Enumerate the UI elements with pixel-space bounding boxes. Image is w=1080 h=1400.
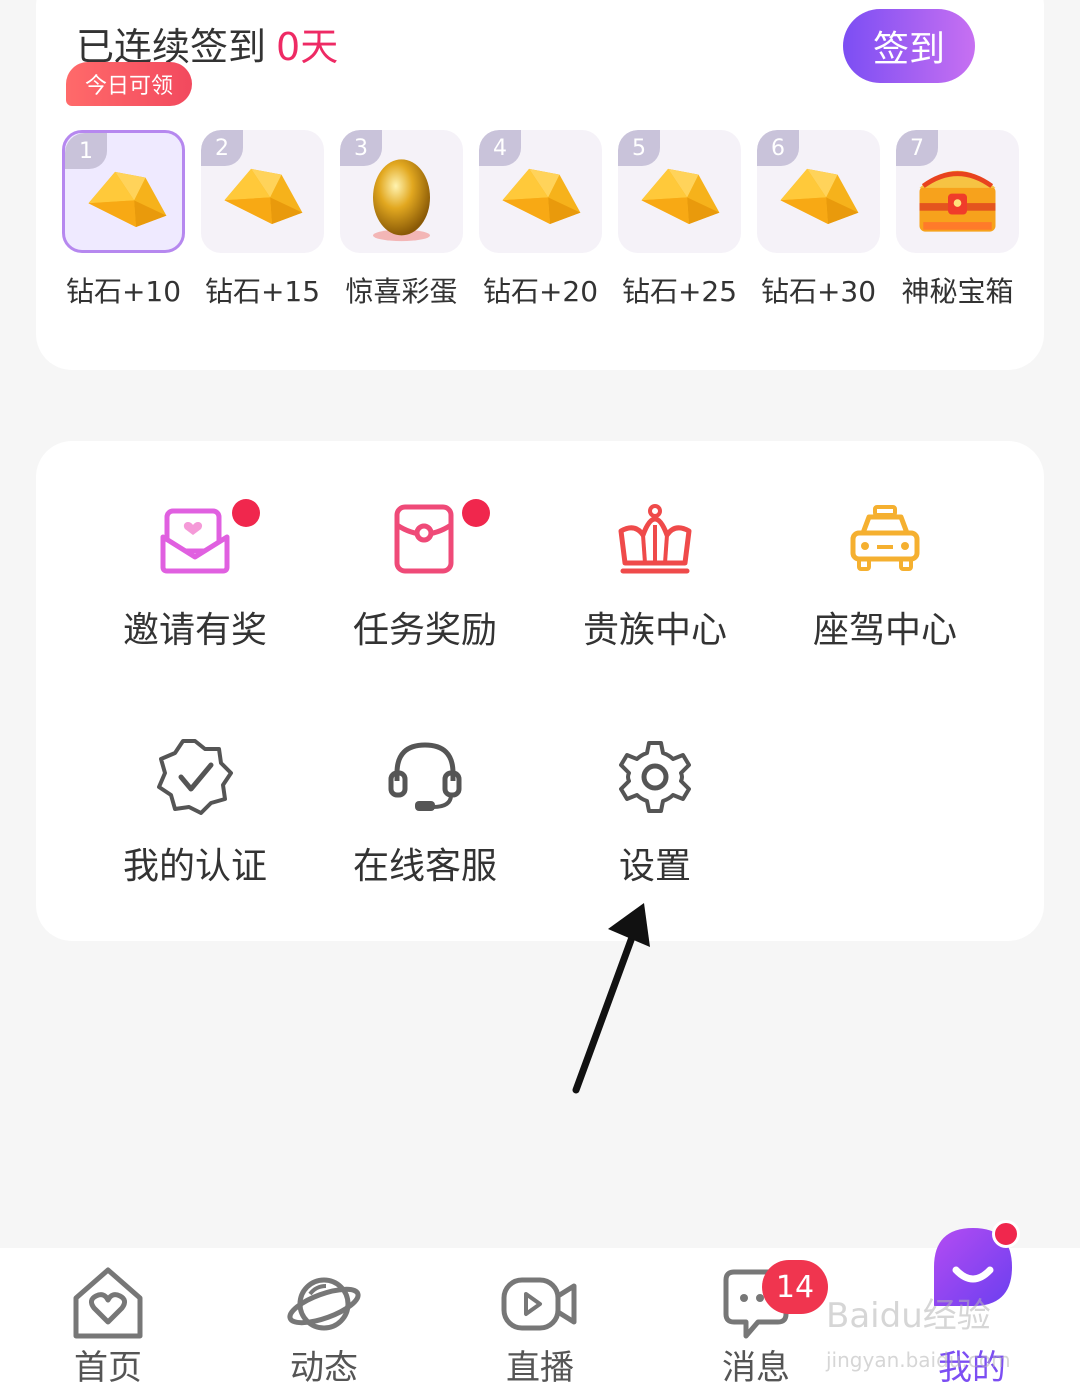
crown-icon	[618, 504, 692, 574]
tab-label: 动态	[290, 1348, 358, 1388]
day-tile: 2	[201, 130, 324, 253]
day-tile: 4	[479, 130, 602, 253]
task-notification-dot	[462, 499, 490, 527]
streak-days: 0天	[276, 25, 339, 69]
signin-day-5[interactable]: 5 钻石+25	[618, 130, 741, 320]
gear-icon	[619, 741, 691, 813]
day-reward-label: 钻石+25	[621, 275, 738, 308]
features-card: 邀请有奖 任务奖励 贵族中心 座驾中心 我的认证 在线客服 设置	[36, 441, 1044, 941]
tab-label: 我的	[938, 1348, 1006, 1388]
feature-invite[interactable]: 邀请有奖	[80, 499, 310, 691]
tab-home[interactable]: 首页	[0, 1248, 216, 1400]
feature-label: 设置	[618, 846, 691, 887]
today-claimable-badge: 今日可领	[66, 62, 192, 106]
day-number: 2	[201, 130, 243, 166]
signin-button[interactable]: 签到	[843, 9, 975, 83]
signin-day-3[interactable]: 3 惊喜彩蛋	[340, 130, 463, 320]
tab-live[interactable]: 直播	[432, 1248, 648, 1400]
day-number: 7	[896, 130, 938, 166]
feature-label: 座驾中心	[812, 610, 957, 651]
tab-feed[interactable]: 动态	[216, 1248, 432, 1400]
annotation-arrow	[572, 903, 650, 1094]
feature-label: 我的认证	[122, 846, 267, 887]
tab-label: 直播	[506, 1348, 574, 1388]
feature-label: 邀请有奖	[122, 610, 267, 651]
video-camera-icon	[501, 1277, 577, 1331]
day-reward-label: 神秘宝箱	[901, 275, 1014, 308]
signin-day-4[interactable]: 4 钻石+20	[479, 130, 602, 320]
bottom-tab-bar: 首页 动态 直播 消息 我的	[0, 1248, 1080, 1400]
tab-label: 消息	[722, 1348, 790, 1388]
feature-noble-center[interactable]: 贵族中心	[540, 501, 770, 691]
profile-page: 已连续签到 0天 签到 今日可领 1 钻石+10 2 钻石+15 3 惊喜彩蛋 …	[0, 0, 1080, 1400]
feature-customer-service[interactable]: 在线客服	[310, 737, 540, 927]
day-reward-label: 钻石+15	[204, 275, 321, 308]
car-icon	[850, 505, 920, 571]
feature-task-reward[interactable]: 任务奖励	[310, 499, 540, 691]
feature-verification[interactable]: 我的认证	[80, 737, 310, 927]
day-tile: 6	[757, 130, 880, 253]
headset-icon	[388, 742, 462, 811]
day-reward-label: 钻石+20	[482, 275, 599, 308]
invite-envelope-icon	[160, 508, 230, 574]
signin-day-1[interactable]: 1 钻石+10	[62, 130, 185, 320]
day-tile: 1	[62, 130, 185, 253]
day-number: 4	[479, 130, 521, 166]
day-reward-label: 钻石+30	[760, 275, 877, 308]
day-tile: 7	[896, 130, 1019, 253]
tab-messages[interactable]: 消息	[648, 1248, 864, 1400]
day-tile: 3	[340, 130, 463, 253]
me-notification-dot	[992, 1220, 1020, 1248]
verified-badge-icon	[157, 739, 233, 815]
feature-label: 在线客服	[352, 846, 497, 887]
tab-label: 首页	[74, 1348, 142, 1388]
signin-day-7[interactable]: 7 神秘宝箱	[896, 130, 1019, 320]
day-tile: 5	[618, 130, 741, 253]
invite-notification-dot	[232, 499, 260, 527]
day-reward-label: 钻石+10	[65, 275, 182, 308]
feature-label: 贵族中心	[582, 610, 727, 651]
signin-card: 已连续签到 0天 签到 今日可领 1 钻石+10 2 钻石+15 3 惊喜彩蛋 …	[36, 0, 1044, 370]
feature-car-center[interactable]: 座驾中心	[770, 501, 1000, 691]
day-number: 6	[757, 130, 799, 166]
day-number: 5	[618, 130, 660, 166]
feature-label: 任务奖励	[352, 610, 497, 651]
day-number: 1	[65, 133, 107, 169]
home-heart-icon	[73, 1267, 143, 1339]
planet-icon	[287, 1277, 361, 1331]
day-reward-label: 惊喜彩蛋	[345, 275, 458, 308]
signin-day-2[interactable]: 2 钻石+15	[201, 130, 324, 320]
task-reward-icon	[394, 504, 454, 574]
day-number: 3	[340, 130, 382, 166]
signin-days-row: 今日可领 1 钻石+10 2 钻石+15 3 惊喜彩蛋 4 钻石+20 5 钻石…	[62, 62, 1022, 320]
signin-day-6[interactable]: 6 钻石+30	[757, 130, 880, 320]
message-count-badge: 14	[762, 1260, 828, 1314]
